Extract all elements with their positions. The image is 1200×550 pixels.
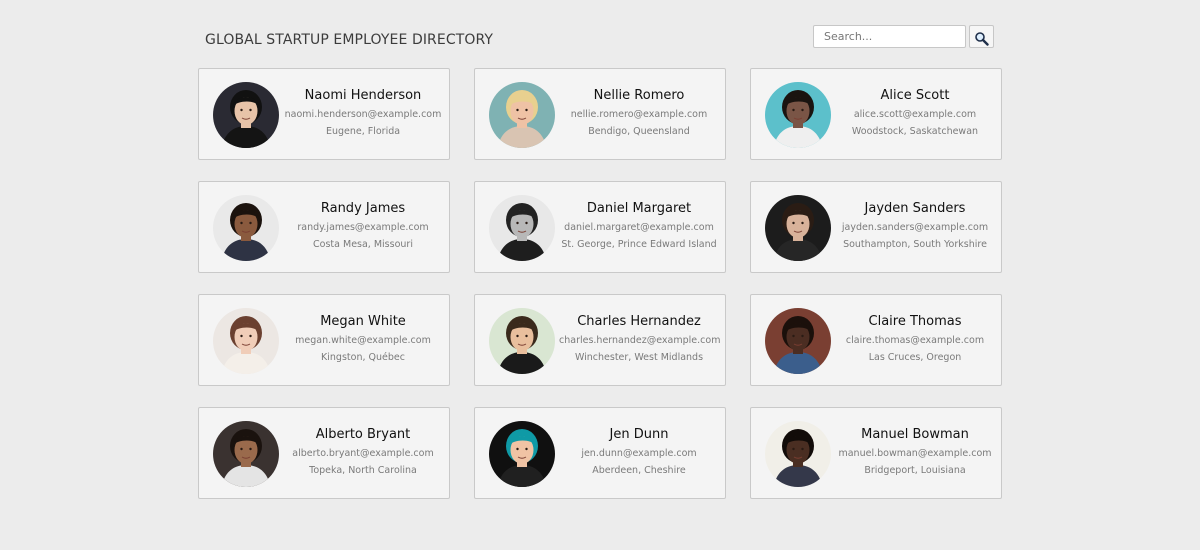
employee-name: Charles Hernandez (577, 314, 701, 329)
employee-email: charles.hernandez@example.com (559, 335, 721, 346)
employee-location: Topeka, North Carolina (309, 465, 417, 476)
employee-info: Naomi Henderson naomi.henderson@example.… (283, 87, 443, 138)
employee-location: Bridgeport, Louisiana (864, 465, 966, 476)
employee-location: Costa Mesa, Missouri (313, 239, 413, 250)
search-button[interactable] (969, 25, 994, 48)
employee-card[interactable]: Randy James randy.james@example.com Cost… (198, 181, 450, 273)
avatar (213, 195, 279, 261)
employee-location: Eugene, Florida (325, 126, 401, 137)
avatar (765, 82, 831, 148)
avatar (489, 195, 555, 261)
employee-email: jen.dunn@example.com (581, 448, 697, 459)
employee-name: Jayden Sanders (864, 201, 966, 216)
employee-info: Charles Hernandez charles.hernandez@exam… (559, 313, 721, 364)
employee-email: daniel.margaret@example.com (564, 222, 714, 233)
employee-location: Kingston, Québec (321, 352, 405, 363)
employee-card[interactable]: Claire Thomas claire.thomas@example.com … (750, 294, 1002, 386)
employee-info: Daniel Margaret daniel.margaret@example.… (559, 200, 719, 251)
header: GLOBAL STARTUP EMPLOYEE DIRECTORY (198, 22, 996, 56)
avatar-photo (489, 82, 555, 148)
employee-card[interactable]: Alberto Bryant alberto.bryant@example.co… (198, 407, 450, 499)
employee-name: Jen Dunn (609, 427, 669, 442)
employee-location: Bendigo, Queensland (588, 126, 690, 137)
employee-card[interactable]: Megan White megan.white@example.com King… (198, 294, 450, 386)
avatar (765, 195, 831, 261)
employee-name: Randy James (320, 201, 406, 216)
avatar (213, 82, 279, 148)
avatar-photo (489, 308, 555, 374)
employee-location: St. George, Prince Edward Island (561, 239, 717, 250)
employee-info: Manuel Bowman manuel.bowman@example.com … (835, 426, 995, 477)
avatar (765, 308, 831, 374)
avatar (489, 82, 555, 148)
employee-email: manuel.bowman@example.com (838, 448, 992, 459)
employee-name: Daniel Margaret (586, 201, 692, 216)
avatar-photo (489, 195, 555, 261)
avatar (489, 421, 555, 487)
employee-email: alberto.bryant@example.com (292, 448, 434, 459)
search-input[interactable] (813, 25, 966, 48)
employee-info: Alberto Bryant alberto.bryant@example.co… (283, 426, 443, 477)
employee-info: Randy James randy.james@example.com Cost… (283, 200, 443, 251)
employee-info: Jen Dunn jen.dunn@example.com Aberdeen, … (559, 426, 719, 477)
avatar-photo (213, 308, 279, 374)
employee-info: Claire Thomas claire.thomas@example.com … (835, 313, 995, 364)
avatar-photo (213, 82, 279, 148)
employee-email: claire.thomas@example.com (845, 335, 985, 346)
employee-grid: Naomi Henderson naomi.henderson@example.… (198, 68, 1002, 499)
employee-location: Aberdeen, Cheshire (592, 465, 686, 476)
avatar-photo (765, 195, 831, 261)
employee-location: Woodstock, Saskatchewan (851, 126, 979, 137)
avatar (213, 421, 279, 487)
employee-name: Megan White (320, 314, 406, 329)
directory-page: GLOBAL STARTUP EMPLOYEE DIRECTORY Search… (0, 0, 1200, 550)
page-title: GLOBAL STARTUP EMPLOYEE DIRECTORY (205, 32, 494, 48)
employee-card[interactable]: Naomi Henderson naomi.henderson@example.… (198, 68, 450, 160)
employee-email: naomi.henderson@example.com (284, 109, 442, 120)
employee-info: Megan White megan.white@example.com King… (283, 313, 443, 364)
employee-email: jayden.sanders@example.com (841, 222, 989, 233)
avatar-photo (765, 308, 831, 374)
employee-info: Nellie Romero nellie.romero@example.com … (559, 87, 719, 138)
employee-name: Manuel Bowman (861, 427, 969, 442)
employee-location: Winchester, West Midlands (574, 352, 704, 363)
avatar (765, 421, 831, 487)
employee-name: Alberto Bryant (315, 427, 411, 442)
magnifier-icon (975, 31, 989, 46)
employee-info: Alice Scott alice.scott@example.com Wood… (835, 87, 995, 138)
avatar (213, 308, 279, 374)
employee-name: Nellie Romero (593, 88, 685, 103)
employee-card[interactable]: Jen Dunn jen.dunn@example.com Aberdeen, … (474, 407, 726, 499)
employee-card[interactable]: Alice Scott alice.scott@example.com Wood… (750, 68, 1002, 160)
employee-name: Alice Scott (880, 88, 950, 103)
employee-email: randy.james@example.com (297, 222, 429, 233)
avatar-photo (213, 195, 279, 261)
avatar-photo (765, 82, 831, 148)
employee-card[interactable]: Manuel Bowman manuel.bowman@example.com … (750, 407, 1002, 499)
employee-card[interactable]: Charles Hernandez charles.hernandez@exam… (474, 294, 726, 386)
employee-card[interactable]: Jayden Sanders jayden.sanders@example.co… (750, 181, 1002, 273)
employee-email: alice.scott@example.com (853, 109, 977, 120)
employee-location: Las Cruces, Oregon (868, 352, 962, 363)
avatar-photo (213, 421, 279, 487)
employee-name: Naomi Henderson (304, 88, 422, 103)
avatar-photo (765, 421, 831, 487)
employee-email: nellie.romero@example.com (570, 109, 708, 120)
employee-info: Jayden Sanders jayden.sanders@example.co… (835, 200, 995, 251)
employee-name: Claire Thomas (868, 314, 962, 329)
employee-card[interactable]: Daniel Margaret daniel.margaret@example.… (474, 181, 726, 273)
employee-email: megan.white@example.com (295, 335, 431, 346)
employee-card[interactable]: Nellie Romero nellie.romero@example.com … (474, 68, 726, 160)
avatar-photo (489, 421, 555, 487)
employee-location: Southampton, South Yorkshire (843, 239, 987, 250)
avatar (489, 308, 555, 374)
